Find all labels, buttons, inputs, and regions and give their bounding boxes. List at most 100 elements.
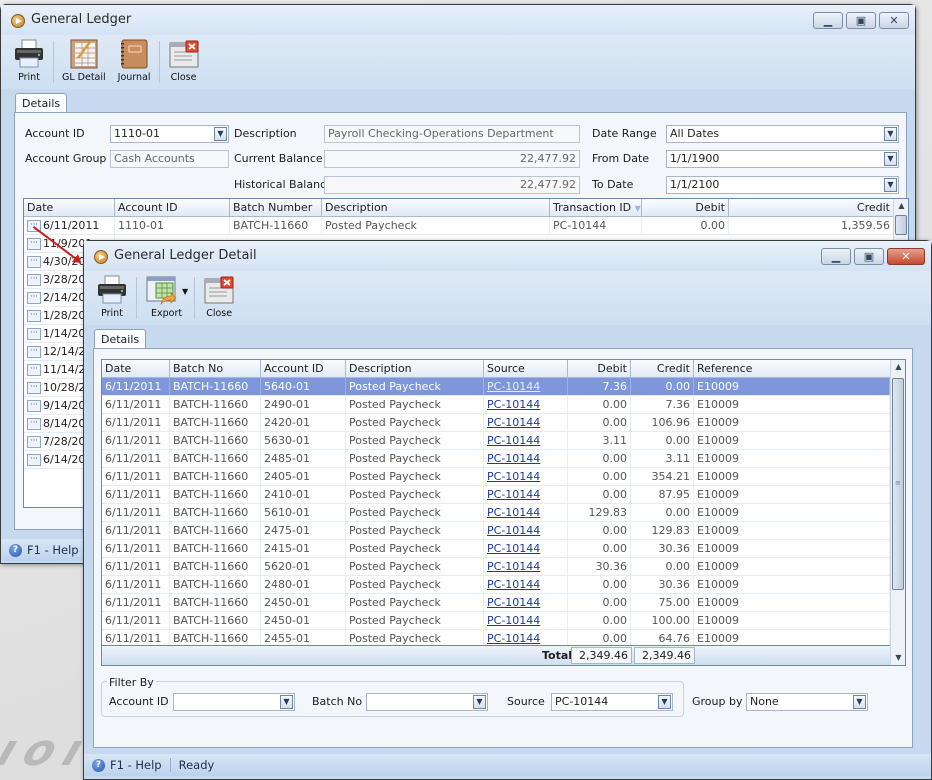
column-header-description[interactable]: Description	[322, 199, 550, 217]
scroll-down-icon[interactable]: ▼	[891, 651, 906, 665]
source-cell[interactable]: PC-10144	[484, 558, 568, 575]
scroll-thumb[interactable]	[895, 215, 907, 235]
ellipsis-button[interactable]: ···	[27, 346, 41, 358]
gl-close-button[interactable]: Close	[162, 35, 206, 89]
column-header-batch-number[interactable]: Batch Number	[230, 199, 322, 217]
chevron-down-icon[interactable]: ▼	[214, 127, 227, 141]
column-header-account-id[interactable]: Account ID	[261, 360, 346, 378]
to-date-picker[interactable]: 1/1/2100 ▼	[666, 176, 899, 194]
gl-detail-button[interactable]: GL Detail	[56, 35, 112, 89]
ellipsis-button[interactable]: ···	[27, 238, 41, 250]
source-cell[interactable]: PC-10144	[484, 396, 568, 413]
table-row[interactable]: 6/11/2011 BATCH-11660 2485-01 Posted Payche…	[102, 450, 890, 468]
table-row[interactable]: 6/11/2011 BATCH-11660 2475-01 Posted Payche…	[102, 522, 890, 540]
gl-titlebar[interactable]: General Ledger ▁ ▣ ✕	[1, 5, 915, 35]
table-row[interactable]: 6/11/2011 BATCH-11660 5640-01 Posted Payche…	[102, 378, 890, 396]
source-cell[interactable]: PC-10144	[484, 594, 568, 611]
scroll-up-icon[interactable]: ▲	[894, 199, 909, 213]
source-cell[interactable]: PC-10144	[484, 468, 568, 485]
minimize-button[interactable]: ▁	[821, 248, 851, 265]
column-header-reference[interactable]: Reference	[694, 360, 890, 378]
source-cell[interactable]: PC-10144	[484, 540, 568, 557]
help-icon[interactable]: ?	[9, 543, 22, 557]
source-link[interactable]: PC-10144	[487, 578, 540, 591]
scroll-thumb[interactable]: ≡	[892, 378, 904, 590]
ellipsis-button[interactable]: ···	[27, 400, 41, 412]
table-row[interactable]: 6/11/2011 BATCH-11660 2450-01 Posted Payche…	[102, 594, 890, 612]
from-date-picker[interactable]: 1/1/1900 ▼	[666, 150, 899, 168]
source-cell[interactable]: PC-10144	[484, 378, 568, 395]
ellipsis-button[interactable]: ···	[27, 382, 41, 394]
source-link[interactable]: PC-10144	[487, 596, 540, 609]
source-link[interactable]: PC-10144	[487, 452, 540, 465]
source-cell[interactable]: PC-10144	[484, 486, 568, 503]
chevron-down-icon[interactable]: ▼	[884, 178, 897, 192]
source-link[interactable]: PC-10144	[487, 560, 540, 573]
source-cell[interactable]: PC-10144	[484, 522, 568, 539]
gl-status-help[interactable]: F1 - Help	[27, 543, 79, 557]
gl-tab-details[interactable]: Details	[15, 93, 68, 113]
table-row[interactable]: 6/11/2011 BATCH-11660 5630-01 Posted Payche…	[102, 432, 890, 450]
source-link[interactable]: PC-10144	[487, 632, 540, 645]
chevron-down-icon[interactable]: ▼	[473, 695, 486, 709]
source-cell[interactable]: PC-10144	[484, 612, 568, 629]
scroll-up-icon[interactable]: ▲	[891, 360, 906, 374]
column-header-debit[interactable]: Debit	[568, 360, 631, 378]
source-link[interactable]: PC-10144	[487, 506, 540, 519]
column-header-transaction-id[interactable]: Transaction ID ▼	[550, 199, 642, 217]
source-link[interactable]: PC-10144	[487, 614, 540, 627]
filter-source-select[interactable]: PC-10144 ▼	[551, 693, 673, 711]
detail-status-help[interactable]: F1 - Help	[110, 758, 162, 772]
column-header-description[interactable]: Description	[346, 360, 484, 378]
filter-batch-no-select[interactable]: ▼	[366, 693, 488, 711]
detail-print-button[interactable]: Print	[90, 271, 134, 325]
source-link[interactable]: PC-10144	[487, 380, 540, 393]
chevron-down-icon[interactable]: ▼	[658, 695, 671, 709]
group-by-select[interactable]: None ▼	[746, 693, 868, 711]
column-header-date[interactable]: Date	[102, 360, 170, 378]
ellipsis-button[interactable]: ···	[27, 292, 41, 304]
detail-grid-scrollbar[interactable]: ▲ ≡ ▼	[890, 360, 905, 665]
table-row[interactable]: 6/11/2011 BATCH-11660 5610-01 Posted Payche…	[102, 504, 890, 522]
column-header-date[interactable]: Date	[24, 199, 115, 217]
ellipsis-button[interactable]: ···	[27, 310, 41, 322]
source-link[interactable]: PC-10144	[487, 434, 540, 447]
close-button[interactable]: ✕	[879, 12, 909, 29]
column-header-account-id[interactable]: Account ID	[115, 199, 230, 217]
date-range-select[interactable]: All Dates ▼	[666, 125, 899, 143]
source-link[interactable]: PC-10144	[487, 524, 540, 537]
table-row[interactable]: 6/11/2011 BATCH-11660 5620-01 Posted Payche…	[102, 558, 890, 576]
minimize-button[interactable]: ▁	[813, 12, 843, 29]
table-row[interactable]: 6/11/2011 BATCH-11660 2410-01 Posted Payche…	[102, 486, 890, 504]
source-cell[interactable]: PC-10144	[484, 504, 568, 521]
chevron-down-icon[interactable]: ▼	[853, 695, 866, 709]
chevron-down-icon[interactable]: ▼	[884, 127, 897, 141]
journal-button[interactable]: Journal	[112, 35, 157, 89]
filter-account-id-select[interactable]: ▼	[173, 693, 295, 711]
export-button[interactable]: ▼ Export	[139, 271, 192, 325]
detail-close-button[interactable]: Close	[197, 271, 241, 325]
source-link[interactable]: PC-10144	[487, 398, 540, 411]
column-header-credit[interactable]: Credit	[729, 199, 894, 217]
table-row[interactable]: 6/11/2011 BATCH-11660 2405-01 Posted Payche…	[102, 468, 890, 486]
source-link[interactable]: PC-10144	[487, 470, 540, 483]
chevron-down-icon[interactable]: ▼	[884, 152, 897, 166]
source-link[interactable]: PC-10144	[487, 488, 540, 501]
ellipsis-button[interactable]: ···	[27, 274, 41, 286]
ellipsis-button[interactable]: ···	[27, 364, 41, 376]
table-row[interactable]: 6/11/2011 BATCH-11660 2450-01 Posted Payche…	[102, 612, 890, 630]
source-cell[interactable]: PC-10144	[484, 414, 568, 431]
column-header-batch-no[interactable]: Batch No	[170, 360, 261, 378]
help-icon[interactable]: ?	[92, 758, 105, 772]
source-cell[interactable]: PC-10144	[484, 576, 568, 593]
table-row[interactable]: 6/11/2011 BATCH-11660 2420-01 Posted Payche…	[102, 414, 890, 432]
gl-print-button[interactable]: Print	[7, 35, 51, 89]
maximize-button[interactable]: ▣	[854, 248, 884, 265]
chevron-down-icon[interactable]: ▼	[280, 695, 293, 709]
ellipsis-button[interactable]: ···	[27, 256, 41, 268]
close-button[interactable]: ✕	[887, 248, 925, 265]
ellipsis-button[interactable]: ···	[27, 454, 41, 466]
maximize-button[interactable]: ▣	[846, 12, 876, 29]
ellipsis-button[interactable]: ···	[27, 436, 41, 448]
ellipsis-button[interactable]: ···	[27, 328, 41, 340]
